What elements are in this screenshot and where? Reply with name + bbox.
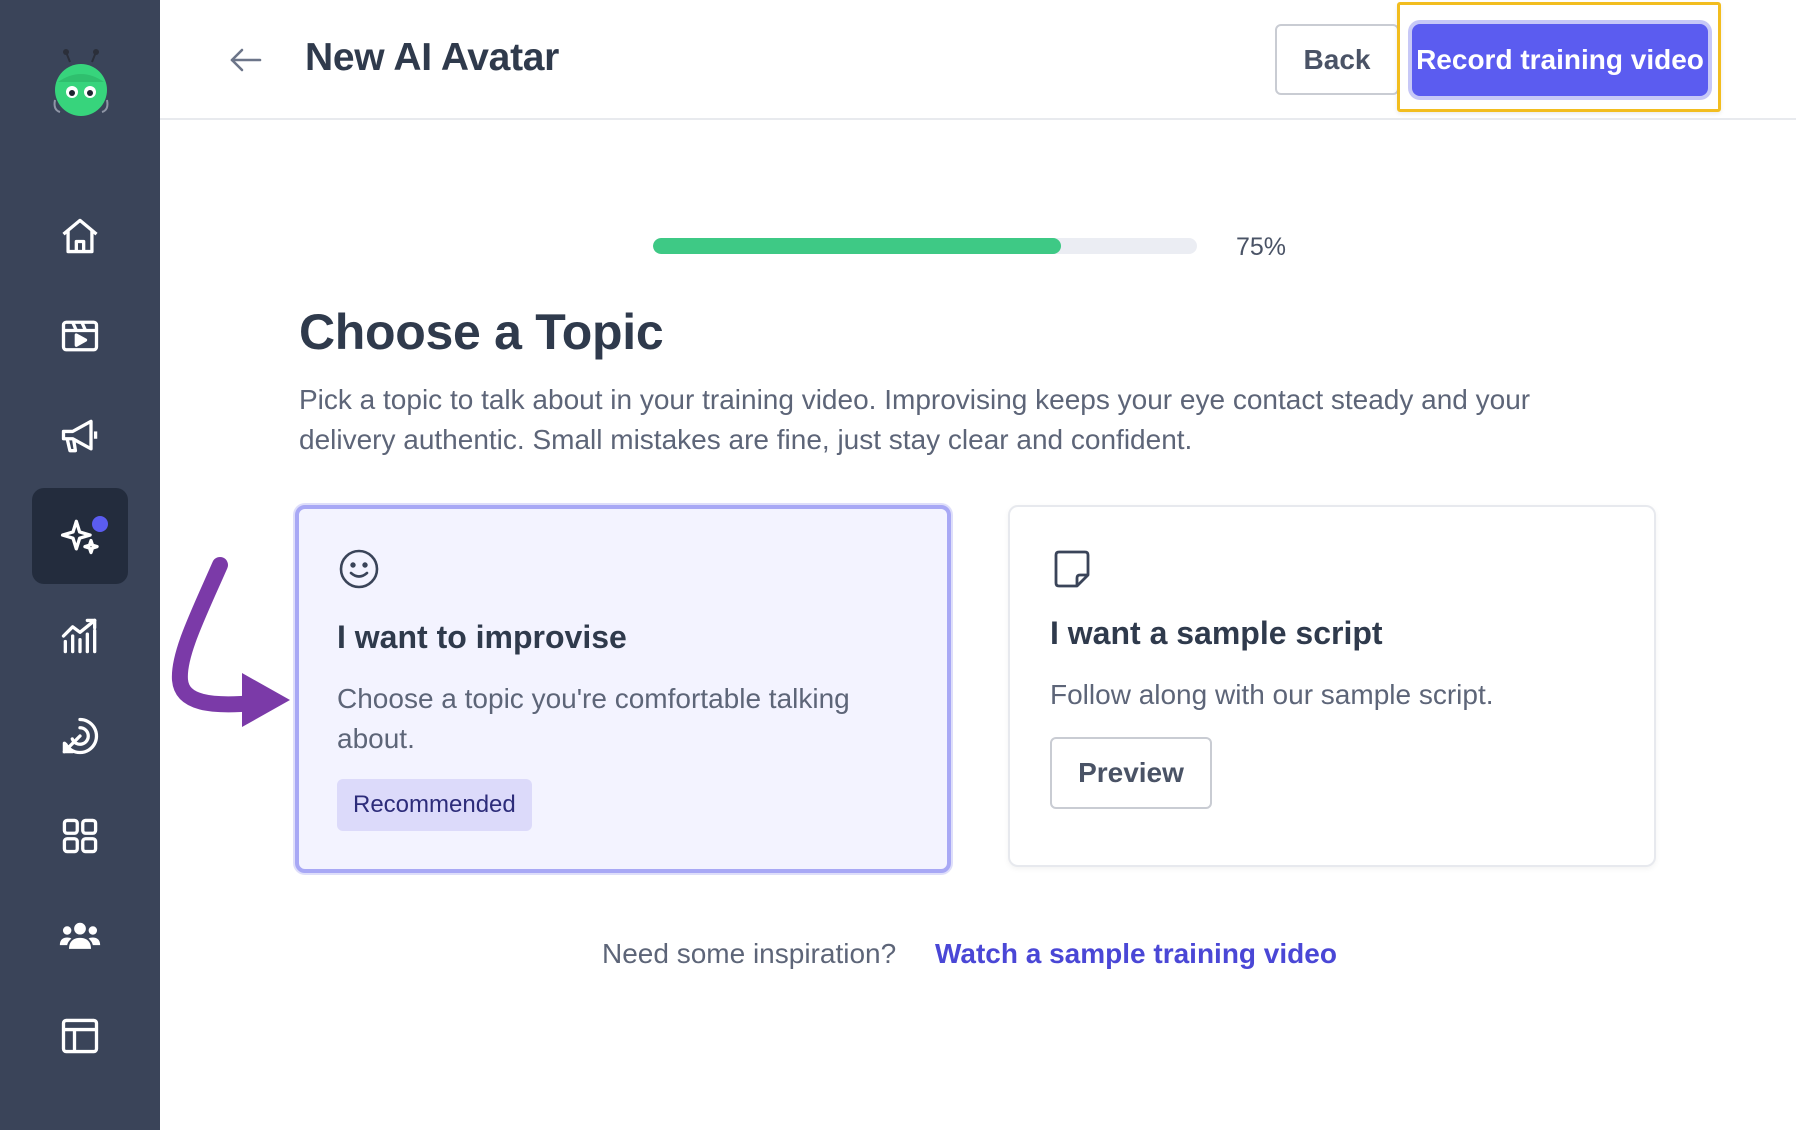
sidebar-item-layouts[interactable]	[32, 988, 128, 1084]
sidebar-item-campaigns[interactable]	[32, 388, 128, 484]
sidebar-item-apps[interactable]	[32, 788, 128, 884]
sidebar-item-home[interactable]	[32, 188, 128, 284]
sidebar-item-analytics[interactable]	[32, 588, 128, 684]
preview-button[interactable]: Preview	[1050, 737, 1212, 809]
chart-icon	[61, 618, 97, 654]
card-description: Choose a topic you're comfortable talkin…	[337, 683, 850, 754]
page-header: New AI Avatar Back Record training video	[160, 0, 1796, 120]
watch-sample-video-link[interactable]: Watch a sample training video	[935, 938, 1337, 970]
target-icon	[62, 717, 99, 755]
sidebar-item-engagement[interactable]	[32, 688, 128, 784]
smile-icon	[339, 549, 379, 589]
robot-logo-icon	[53, 49, 109, 116]
page-title: New AI Avatar	[305, 36, 560, 79]
sidebar-item-videos[interactable]	[32, 288, 128, 384]
topic-card-sample-script[interactable]: I want a sample script Follow along with…	[1008, 505, 1656, 867]
section-description: Pick a topic to talk about in your train…	[299, 384, 1531, 455]
grid-icon	[62, 818, 98, 854]
progress-bar	[653, 238, 1197, 254]
card-description: Follow along with our sample script.	[1050, 679, 1494, 710]
note-icon	[1054, 550, 1090, 588]
topic-card-improvise[interactable]: I want to improvise Choose a topic you'r…	[295, 505, 951, 873]
recommended-badge: Recommended	[337, 779, 532, 831]
card-title: I want a sample script	[1050, 615, 1383, 651]
arrow-left-icon	[230, 48, 262, 72]
progress-label: 75%	[1236, 233, 1287, 261]
app-logo[interactable]	[50, 48, 112, 118]
notification-dot	[92, 516, 108, 532]
annotation-arrow-icon	[171, 557, 290, 727]
card-title: I want to improvise	[337, 619, 627, 655]
back-arrow-button[interactable]	[226, 40, 266, 80]
back-button[interactable]: Back	[1275, 24, 1399, 95]
home-icon	[62, 218, 98, 254]
inspiration-text: Need some inspiration?	[602, 938, 897, 969]
sidebar-item-team[interactable]	[32, 888, 128, 984]
users-icon	[59, 922, 101, 949]
sidebar-item-ai-avatar[interactable]	[32, 488, 128, 584]
layout-icon	[61, 1018, 99, 1054]
megaphone-icon	[61, 419, 98, 453]
record-training-video-button[interactable]: Record training video	[1412, 24, 1708, 96]
progress-fill	[653, 238, 1061, 254]
section-title: Choose a Topic	[299, 304, 664, 360]
video-icon	[61, 320, 99, 352]
sidebar	[0, 0, 160, 1130]
